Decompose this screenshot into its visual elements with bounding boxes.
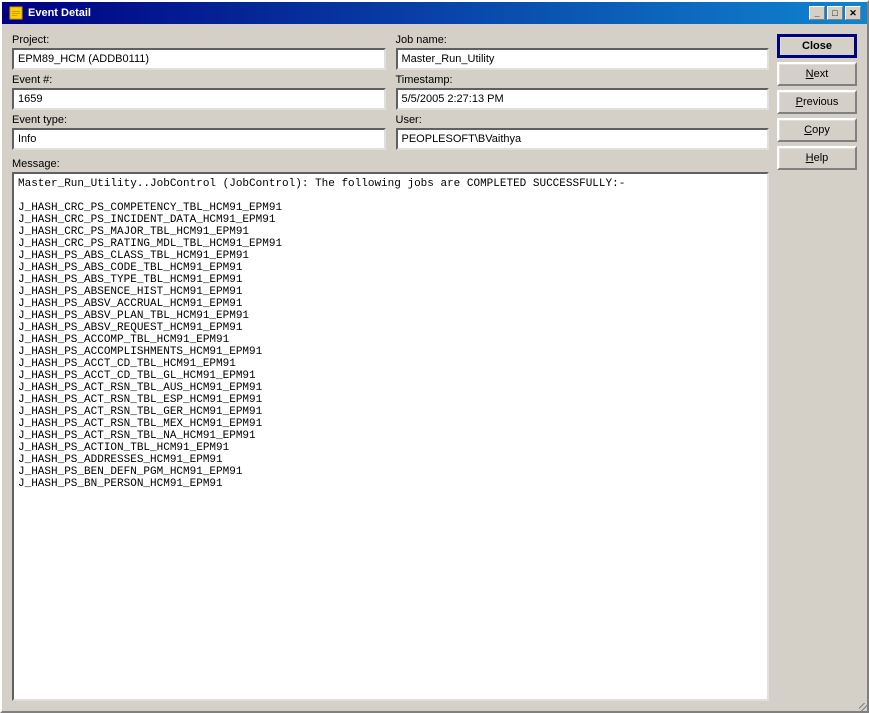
user-group: User: — [396, 114, 770, 150]
event-num-label: Event #: — [12, 74, 386, 86]
timestamp-label: Timestamp: — [396, 74, 770, 86]
title-bar: Event Detail _ □ ✕ — [2, 2, 867, 24]
window-icon — [8, 5, 24, 21]
content-area: Project: Job name: Event #: Timestamp: — [2, 24, 867, 711]
title-bar-controls: _ □ ✕ — [809, 6, 861, 20]
message-box-container — [12, 172, 769, 701]
event-type-input[interactable] — [12, 128, 386, 150]
event-detail-window: Event Detail _ □ ✕ Project: Job name: — [0, 0, 869, 713]
event-type-label: Event type: — [12, 114, 386, 126]
form-area: Project: Job name: Event #: Timestamp: — [12, 34, 769, 701]
help-button[interactable]: Help — [777, 146, 857, 170]
resize-grip[interactable] — [855, 699, 867, 711]
minimize-button[interactable]: _ — [809, 6, 825, 20]
timestamp-input[interactable] — [396, 88, 770, 110]
window-title: Event Detail — [28, 7, 91, 19]
message-section: Message: — [12, 158, 769, 701]
close-button[interactable]: Close — [777, 34, 857, 58]
next-button[interactable]: Next — [777, 62, 857, 86]
user-label: User: — [396, 114, 770, 126]
message-label: Message: — [12, 158, 769, 170]
message-textarea[interactable] — [14, 174, 767, 699]
maximize-button[interactable]: □ — [827, 6, 843, 20]
project-label: Project: — [12, 34, 386, 46]
job-name-label: Job name: — [396, 34, 770, 46]
row-eventtype-user: Event type: User: — [12, 114, 769, 150]
window-close-button[interactable]: ✕ — [845, 6, 861, 20]
title-bar-left: Event Detail — [8, 5, 91, 21]
job-name-input[interactable] — [396, 48, 770, 70]
copy-button[interactable]: Copy — [777, 118, 857, 142]
job-name-group: Job name: — [396, 34, 770, 70]
buttons-area: Close Next Previous Copy Help — [777, 34, 857, 701]
user-input[interactable] — [396, 128, 770, 150]
project-group: Project: — [12, 34, 386, 70]
event-type-group: Event type: — [12, 114, 386, 150]
timestamp-group: Timestamp: — [396, 74, 770, 110]
event-num-input[interactable] — [12, 88, 386, 110]
row-event-timestamp: Event #: Timestamp: — [12, 74, 769, 110]
previous-button[interactable]: Previous — [777, 90, 857, 114]
project-input[interactable] — [12, 48, 386, 70]
event-num-group: Event #: — [12, 74, 386, 110]
row-project-job: Project: Job name: — [12, 34, 769, 70]
